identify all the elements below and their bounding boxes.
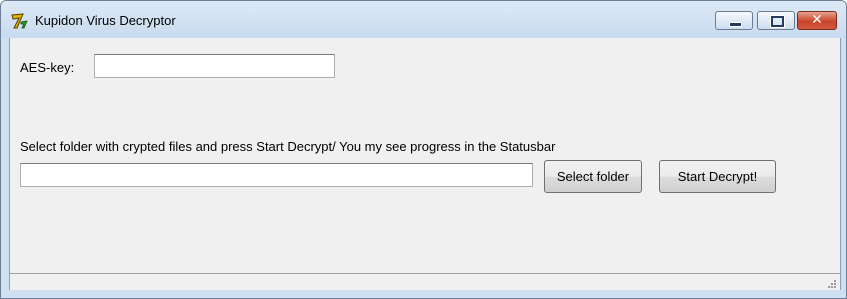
close-button[interactable]: ✕ [797,11,837,30]
client-area: AES-key: Select folder with crypted file… [9,38,841,291]
aes-key-label: AES-key: [20,60,75,75]
minimize-button[interactable] [715,11,753,30]
window-frame-bottom [1,290,846,298]
start-decrypt-button[interactable]: Start Decrypt! [659,160,776,193]
app-icon [11,13,28,29]
close-icon: ✕ [811,12,823,28]
window-title: Kupidon Virus Decryptor [35,13,176,28]
aes-key-input[interactable] [94,54,335,78]
minimize-icon [729,22,742,27]
statusbar [10,273,840,291]
title-bar[interactable]: Kupidon Virus Decryptor ✕ [1,1,846,38]
maximize-button[interactable] [757,11,795,30]
folder-path-input[interactable] [20,163,533,187]
maximize-icon [770,15,785,28]
resize-grip-icon[interactable] [826,278,837,289]
app-window: Kupidon Virus Decryptor ✕ AES-key: Selec… [0,0,847,299]
instruction-text: Select folder with crypted files and pre… [20,139,556,154]
select-folder-button[interactable]: Select folder [544,160,642,193]
